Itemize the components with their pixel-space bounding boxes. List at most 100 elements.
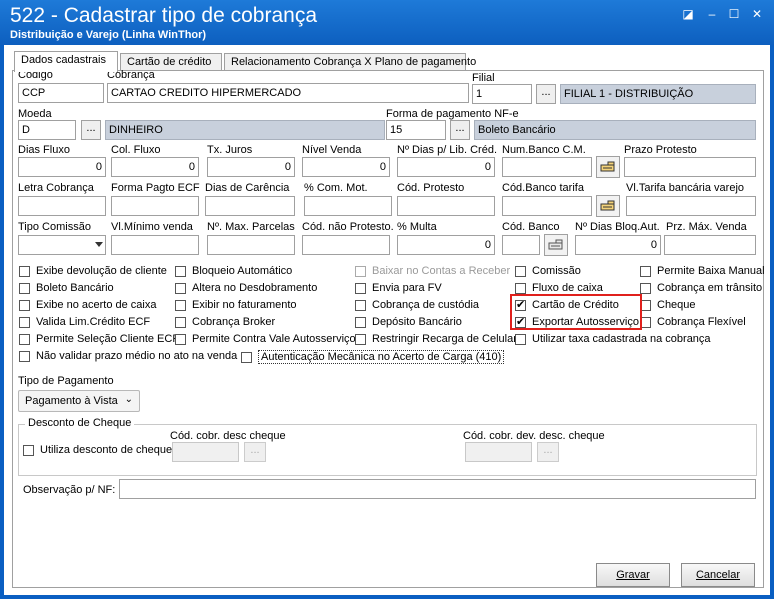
cobranca-field[interactable]: CARTAO CREDITO HIPERMERCADO (107, 83, 469, 103)
chk-cobranca-transito[interactable]: Cobrança em trânsito (640, 282, 762, 294)
chk-nao-validar-prazo[interactable]: Não validar prazo médio no ato na venda (19, 350, 237, 362)
filial-lookup-button[interactable]: ... (536, 84, 556, 104)
observacao-field[interactable] (119, 479, 756, 499)
chk-cobranca-broker[interactable]: Cobrança Broker (175, 316, 275, 328)
chk-utiliza-desconto-cheque[interactable]: Utiliza desconto de cheque (23, 444, 172, 456)
chk-utilizar-taxa[interactable]: Utilizar taxa cadastrada na cobrança (515, 333, 711, 345)
checkbox-box[interactable] (355, 282, 366, 294)
num-banco-cm-field[interactable] (502, 157, 592, 177)
forma-nfe-lookup-button[interactable]: ... (450, 120, 470, 140)
hand-pointer-icon[interactable] (596, 195, 620, 217)
dias-carencia-field[interactable] (205, 196, 295, 216)
chk-cobranca-custodia[interactable]: Cobrança de custódia (355, 299, 479, 311)
hand-pointer-icon[interactable] (596, 156, 620, 178)
chk-baixar-contas-receber: Baixar no Contas a Receber (355, 265, 510, 277)
prz-max-venda-field[interactable] (664, 235, 756, 255)
forma-nfe-field[interactable]: 15 (386, 120, 446, 140)
checkbox-box[interactable] (19, 282, 30, 294)
forma-nfe-description: Boleto Bancário (474, 120, 756, 140)
checkbox-box[interactable] (19, 316, 30, 328)
dias-fluxo-field[interactable]: 0 (18, 157, 106, 177)
checkbox-box[interactable] (515, 333, 526, 345)
checkbox-box[interactable] (355, 299, 366, 311)
checkbox-box[interactable] (19, 350, 30, 362)
tipo-pagamento-select[interactable]: Pagamento à Vista ⌄ (18, 390, 140, 412)
tx-juros-field[interactable]: 0 (207, 157, 295, 177)
checkbox-box[interactable] (355, 316, 366, 328)
tab-relacionamento[interactable]: Relacionamento Cobrança X Plano de pagam… (224, 53, 476, 71)
dias-bloq-label: Nº Dias Bloq.Aut. (575, 221, 660, 233)
letra-cobranca-label: Letra Cobrança (18, 182, 94, 194)
minimize-icon[interactable]: – (705, 7, 719, 21)
chk-permite-selecao-cliente[interactable]: Permite Seleção Cliente ECF (19, 333, 179, 345)
tab-dados-cadastrais[interactable]: Dados cadastrais (14, 51, 118, 72)
letra-cobranca-field[interactable] (18, 196, 106, 216)
gravar-button[interactable]: Gravar (596, 563, 670, 587)
checkbox-box[interactable] (23, 444, 34, 456)
chk-exibe-devolucao[interactable]: Exibe devolução de cliente (19, 265, 167, 277)
chk-valida-lim-credito[interactable]: Valida Lim.Crédito ECF (19, 316, 150, 328)
checkbox-box[interactable] (241, 351, 252, 363)
cancelar-button[interactable]: Cancelar (681, 563, 755, 587)
vl-tarifa-field[interactable] (626, 196, 756, 216)
chk-exibir-faturamento[interactable]: Exibir no faturamento (175, 299, 297, 311)
vl-minimo-venda-field[interactable] (111, 235, 199, 255)
chk-restringir-recarga[interactable]: Restringir Recarga de Celular (355, 333, 517, 345)
chk-altera-desdobramento[interactable]: Altera no Desdobramento (175, 282, 317, 294)
checkbox-box[interactable] (355, 333, 366, 345)
forma-pagto-ecf-field[interactable] (111, 196, 199, 216)
cod-banco-tarifa-field[interactable] (502, 196, 592, 216)
col-fluxo-field[interactable]: 0 (111, 157, 199, 177)
checkbox-box[interactable] (640, 265, 651, 277)
chk-envia-fv[interactable]: Envia para FV (355, 282, 442, 294)
filial-field[interactable]: 1 (472, 84, 532, 104)
moeda-lookup-button[interactable]: ... (81, 120, 101, 140)
checkbox-box[interactable] (175, 265, 186, 277)
chk-permite-contra-vale[interactable]: Permite Contra Vale Autosserviço (175, 333, 356, 345)
chk-comissao[interactable]: Comissão (515, 265, 581, 277)
checkbox-box[interactable] (175, 299, 186, 311)
checkbox-box[interactable] (175, 316, 186, 328)
chk-permite-baixa-manual[interactable]: Permite Baixa Manual (640, 265, 765, 277)
checkbox-label: Bloqueio Automático (192, 265, 293, 277)
cod-nao-protesto-field[interactable] (302, 235, 390, 255)
observacao-label: Observação p/ NF: (23, 484, 116, 496)
max-parcelas-field[interactable] (207, 235, 295, 255)
checkbox-box[interactable] (175, 333, 186, 345)
dias-lib-cred-label: Nº Dias p/ Lib. Créd. (397, 144, 497, 156)
codigo-field[interactable]: CCP (18, 83, 104, 103)
dias-carencia-label: Dias de Carência (205, 182, 290, 194)
tipo-comissao-dropdown[interactable] (18, 235, 106, 255)
dias-bloq-field[interactable]: 0 (575, 235, 661, 255)
checkbox-box[interactable] (19, 333, 30, 345)
com-mot-field[interactable] (304, 196, 392, 216)
checkbox-box[interactable] (19, 265, 30, 277)
close-icon[interactable]: ✕ (750, 7, 764, 21)
chk-bloqueio-automatico[interactable]: Bloqueio Automático (175, 265, 292, 277)
checkbox-box[interactable] (515, 282, 526, 294)
dias-lib-cred-field[interactable]: 0 (397, 157, 495, 177)
cod-banco-field[interactable] (502, 235, 540, 255)
chk-fluxo-caixa[interactable]: Fluxo de caixa (515, 282, 603, 294)
chk-exibe-acerto[interactable]: Exibe no acerto de caixa (19, 299, 156, 311)
checkbox-box[interactable] (19, 299, 30, 311)
chk-autenticacao-mecanica[interactable]: Autenticação Mecânica no Acerto de Carga… (241, 350, 505, 364)
checkbox-box[interactable] (515, 265, 526, 277)
moeda-field[interactable]: D (18, 120, 76, 140)
prazo-protesto-label: Prazo Protesto (624, 144, 697, 156)
checkbox-box[interactable] (640, 282, 651, 294)
cod-protesto-label: Cód. Protesto (397, 182, 465, 194)
prazo-protesto-field[interactable] (624, 157, 756, 177)
chk-cobranca-flexivel[interactable]: Cobrança Flexível (640, 316, 746, 328)
maximize-icon[interactable]: ☐ (727, 7, 741, 21)
hand-pointer-icon[interactable] (544, 234, 568, 256)
chk-boleto-bancario[interactable]: Boleto Bancário (19, 282, 114, 294)
cod-protesto-field[interactable] (397, 196, 495, 216)
multa-field[interactable]: 0 (397, 235, 495, 255)
chk-deposito-bancario[interactable]: Depósito Bancário (355, 316, 462, 328)
checkbox-label: Autenticação Mecânica no Acerto de Carga… (258, 350, 505, 364)
restore-icon[interactable]: ◪ (681, 7, 695, 21)
checkbox-box[interactable] (175, 282, 186, 294)
nivel-venda-field[interactable]: 0 (302, 157, 390, 177)
chk-cheque[interactable]: Cheque (640, 299, 696, 311)
